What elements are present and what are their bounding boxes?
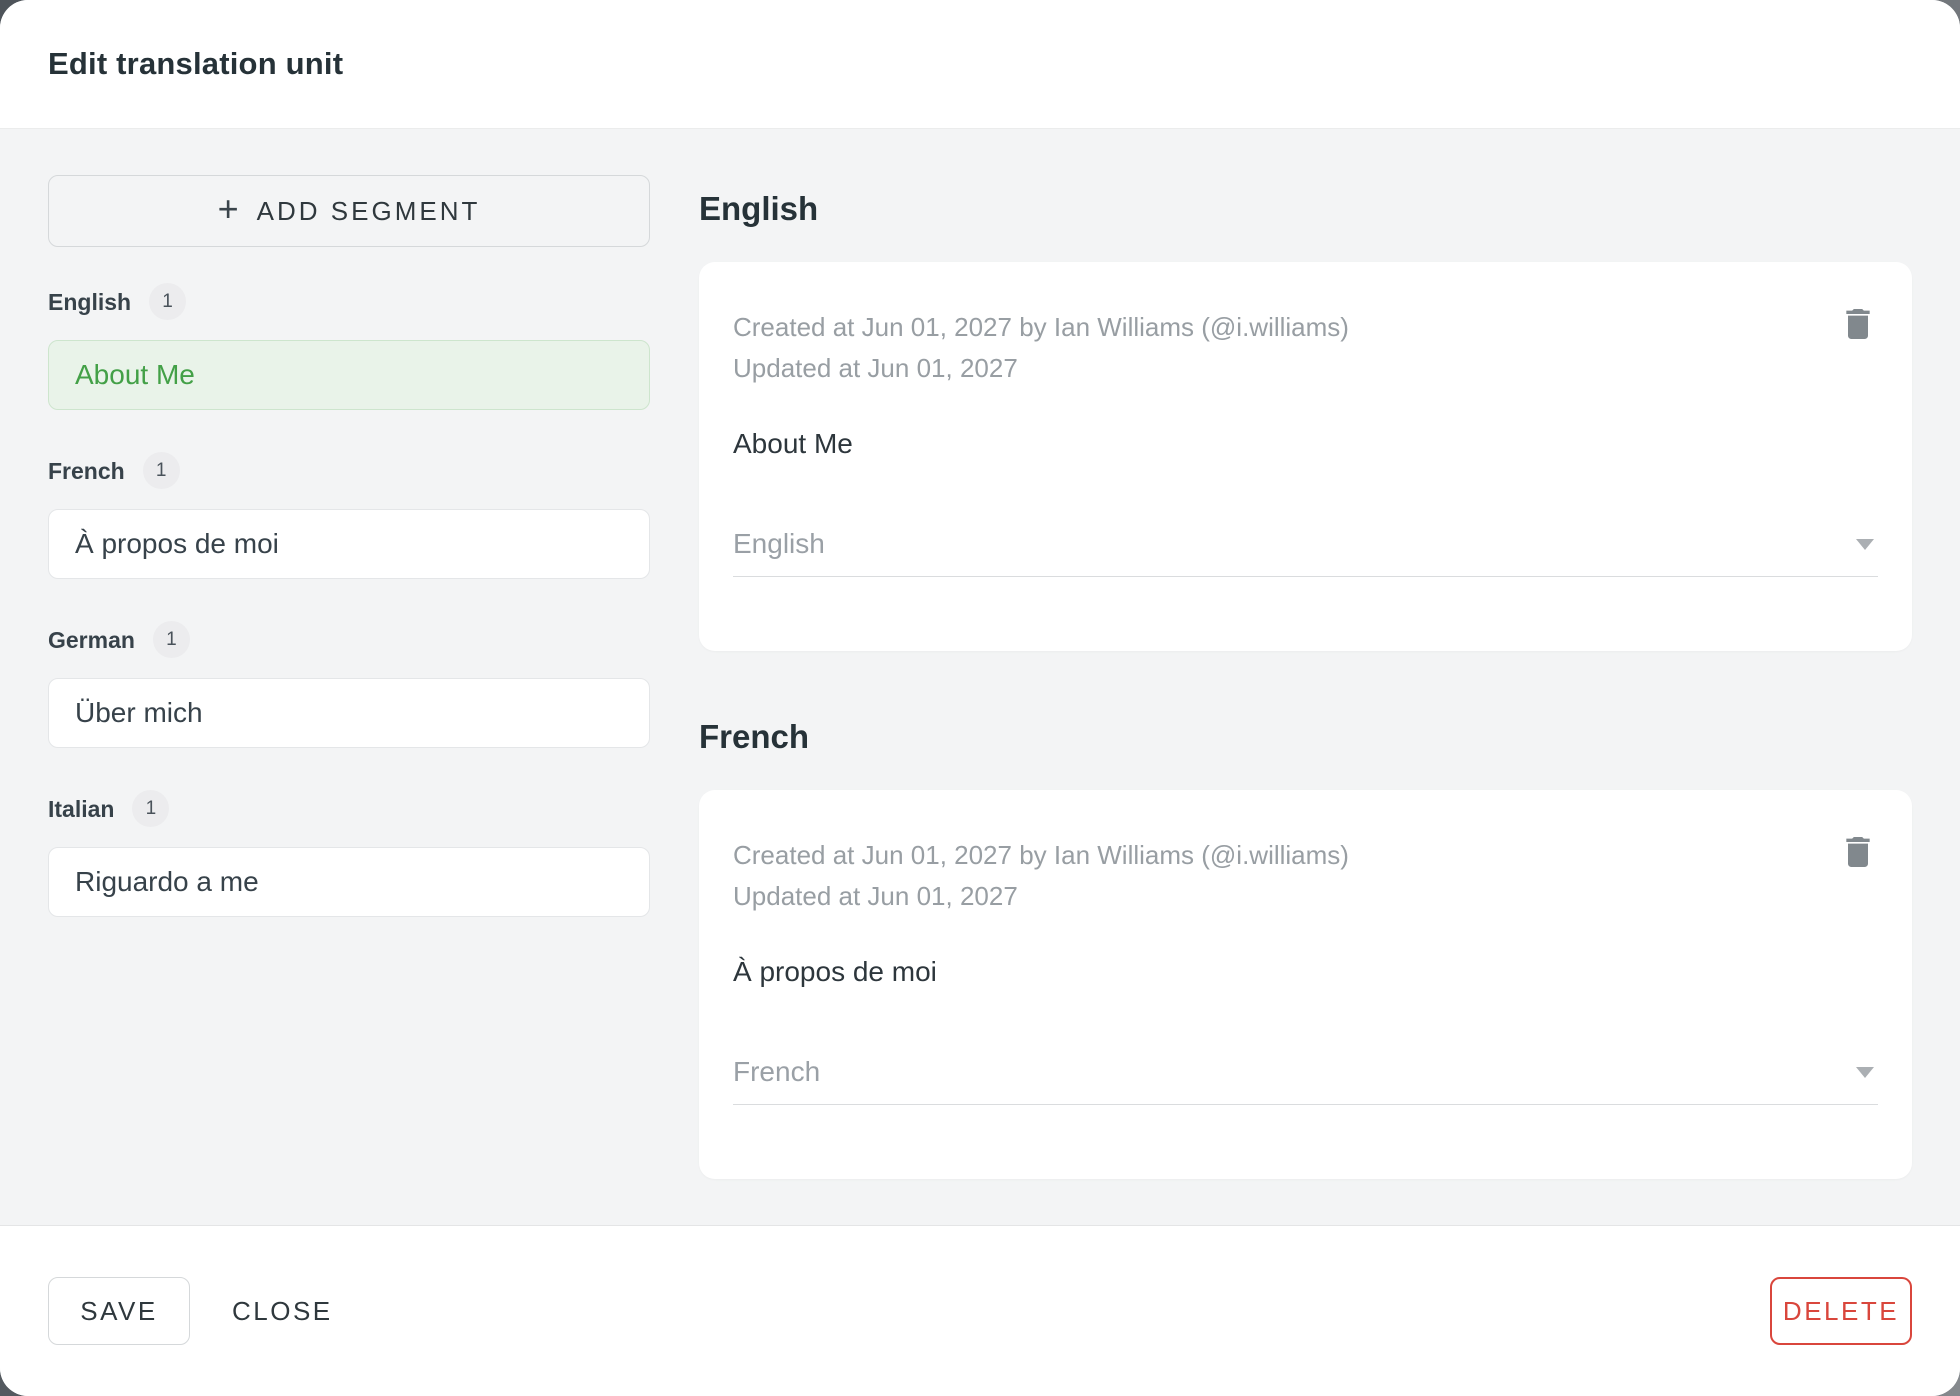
segment-item-german[interactable]: Über mich xyxy=(48,678,650,748)
language-label: Italian xyxy=(48,795,115,822)
segment-item-french[interactable]: À propos de moi xyxy=(48,509,650,579)
delete-segment-button[interactable] xyxy=(1832,826,1884,878)
language-label: French xyxy=(48,457,125,484)
trash-icon xyxy=(1846,309,1870,339)
segment-count-badge: 1 xyxy=(152,621,190,658)
add-segment-label: ADD SEGMENT xyxy=(256,195,481,226)
save-button[interactable]: SAVE xyxy=(48,1277,190,1345)
trash-icon xyxy=(1846,837,1870,867)
chevron-down-icon xyxy=(1856,1066,1874,1078)
updated-info: Updated at Jun 01, 2027 xyxy=(733,353,1018,383)
editor-heading: English xyxy=(699,190,819,227)
group-header: French 1 xyxy=(48,452,650,489)
segment-item-italian[interactable]: Riguardo a me xyxy=(48,847,650,917)
dialog-footer: SAVE CLOSE DELETE xyxy=(0,1225,1960,1396)
editor-english: English Created at Jun 01, 2027 by Ian W… xyxy=(699,189,1912,651)
translation-card: Created at Jun 01, 2027 by Ian Williams … xyxy=(699,790,1912,1179)
page-title: Edit translation unit xyxy=(48,46,344,81)
updated-info: Updated at Jun 01, 2027 xyxy=(733,881,1018,911)
language-select[interactable]: English xyxy=(733,528,1878,577)
language-group-english: English 1 About Me xyxy=(48,283,650,410)
language-select-value: French xyxy=(733,1056,821,1087)
segment-count-badge: 1 xyxy=(149,283,187,320)
language-label: English xyxy=(48,288,132,315)
translation-card: Created at Jun 01, 2027 by Ian Williams … xyxy=(699,262,1912,651)
editors-panel: English Created at Jun 01, 2027 by Ian W… xyxy=(699,175,1912,1225)
created-info: Created at Jun 01, 2027 by Ian Williams … xyxy=(733,312,1349,342)
language-group-german: German 1 Über mich xyxy=(48,621,650,748)
language-label: German xyxy=(48,626,135,653)
delete-segment-button[interactable] xyxy=(1832,298,1884,350)
segment-text[interactable]: À propos de moi xyxy=(733,954,1878,990)
add-segment-button[interactable]: + ADD SEGMENT xyxy=(48,175,650,247)
language-select-value: English xyxy=(733,528,825,559)
group-header: English 1 xyxy=(48,283,650,320)
delete-button[interactable]: DELETE xyxy=(1770,1277,1912,1345)
edit-translation-unit-dialog: Edit translation unit + ADD SEGMENT Engl… xyxy=(0,0,1960,1396)
language-group-italian: Italian 1 Riguardo a me xyxy=(48,790,650,917)
created-info: Created at Jun 01, 2027 by Ian Williams … xyxy=(733,840,1349,870)
segment-count-badge: 1 xyxy=(132,790,170,827)
segment-item-english[interactable]: About Me xyxy=(48,340,650,410)
editor-heading: French xyxy=(699,718,810,755)
plus-icon: + xyxy=(217,188,239,229)
editor-french: French Created at Jun 01, 2027 by Ian Wi… xyxy=(699,717,1912,1179)
group-header: German 1 xyxy=(48,621,650,658)
chevron-down-icon xyxy=(1856,538,1874,550)
language-group-french: French 1 À propos de moi xyxy=(48,452,650,579)
close-button[interactable]: CLOSE xyxy=(204,1277,361,1345)
dialog-header: Edit translation unit xyxy=(0,0,1960,129)
dialog-body: + ADD SEGMENT English 1 About Me French … xyxy=(0,129,1960,1225)
language-select[interactable]: French xyxy=(733,1056,1878,1105)
segments-panel: + ADD SEGMENT English 1 About Me French … xyxy=(48,175,650,1225)
group-header: Italian 1 xyxy=(48,790,650,827)
segment-count-badge: 1 xyxy=(142,452,180,489)
segment-text[interactable]: About Me xyxy=(733,426,1878,462)
